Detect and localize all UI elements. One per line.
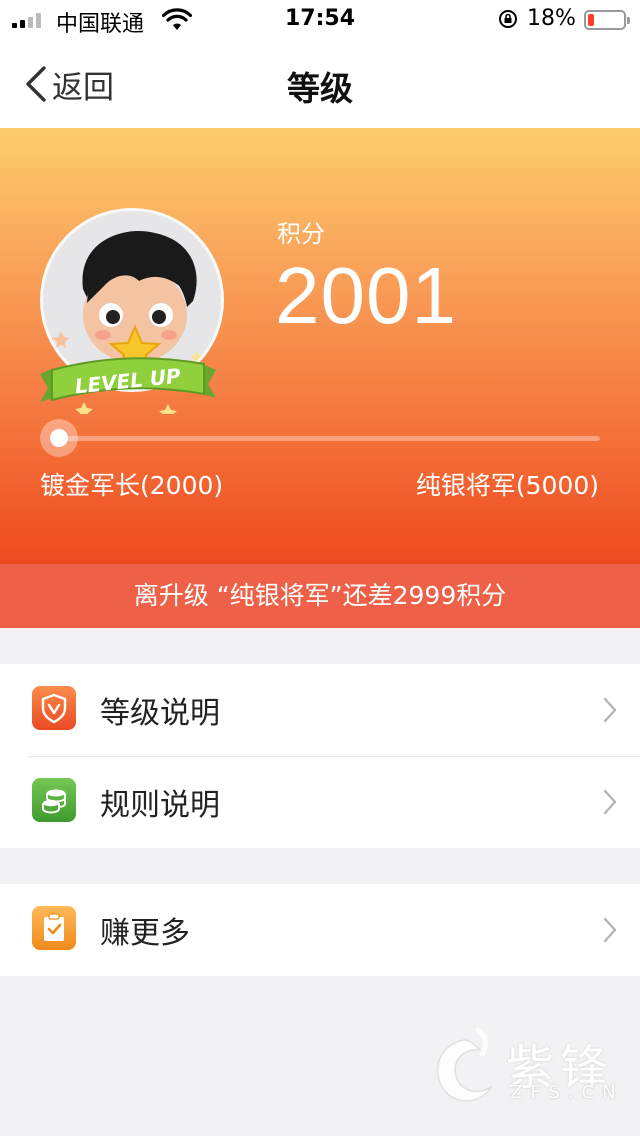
menu-item-label: 规则说明: [100, 788, 220, 823]
avatar-with-badge: LEVEL UP: [40, 208, 226, 414]
menu-item-rules-info[interactable]: 规则说明: [0, 756, 640, 848]
battery-percent: 18%: [527, 6, 576, 31]
chevron-right-icon: [603, 917, 617, 943]
menu-group-earn: 赚更多: [0, 884, 640, 976]
watermark-subtext: ZFS.CN: [510, 1082, 624, 1103]
menu-item-label: 等级说明: [100, 696, 220, 731]
battery-icon: [584, 10, 630, 30]
level-hero: LEVEL UP 积分 2001 镀金军长(2000) 纯银将军(5000): [0, 128, 640, 564]
rotation-lock-icon: [499, 10, 517, 28]
menu-group-info: 等级说明 规则说明: [0, 664, 640, 848]
menu-item-level-info[interactable]: 等级说明: [0, 664, 640, 756]
menu-item-earn-more[interactable]: 赚更多: [0, 884, 640, 976]
coins-icon: [32, 778, 76, 822]
shield-v-icon: [32, 686, 76, 730]
level-up-badge: LEVEL UP: [40, 357, 216, 414]
level-progress-knob: [40, 419, 78, 457]
menu-item-label: 赚更多: [100, 916, 190, 951]
next-level-label: 纯银将军(5000): [415, 471, 599, 500]
level-progress-track: [50, 436, 600, 441]
page-title: 等级: [287, 69, 353, 108]
chevron-right-icon: [603, 697, 617, 723]
current-level-label: 镀金军长(2000): [40, 471, 224, 500]
chevron-right-icon: [603, 789, 617, 815]
nav-bar: 返回 等级: [0, 40, 640, 128]
status-bar: 中国联通 17:54 18%: [0, 0, 640, 40]
clipboard-check-icon: [32, 906, 76, 950]
points-label: 积分: [277, 220, 325, 248]
upgrade-banner: 离升级 “纯银将军”还差2999积分: [0, 564, 640, 628]
points-value: 2001: [275, 251, 457, 340]
